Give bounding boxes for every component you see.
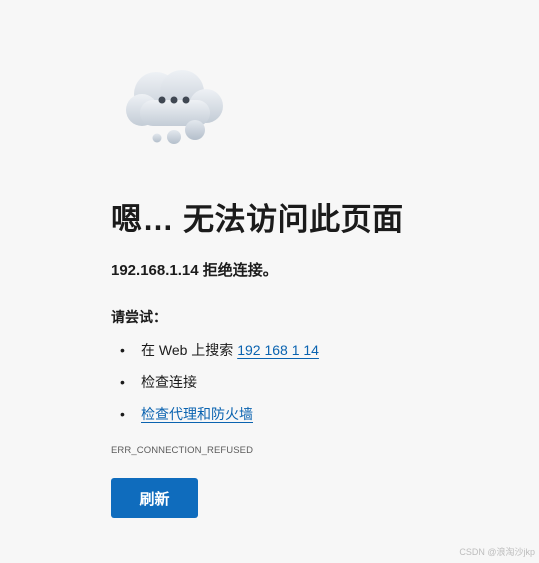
suggestion-text: 在 Web 上搜索 192 168 1 14 xyxy=(141,338,319,362)
bullet: • xyxy=(120,342,125,358)
search-prefix: 在 Web 上搜索 xyxy=(141,342,238,358)
watermark: CSDN @浪淘沙jkp xyxy=(459,547,535,557)
loading-dots xyxy=(158,96,190,104)
bullet: • xyxy=(120,406,125,422)
check-connection-text: 检查连接 xyxy=(141,374,197,390)
bullet: • xyxy=(120,374,125,390)
cloud-dots-icon xyxy=(126,70,223,144)
suggestion-search-web: • 在 Web 上搜索 192 168 1 14 xyxy=(111,338,471,370)
refresh-button[interactable]: 刷新 xyxy=(111,478,198,518)
try-heading: 请尝试： xyxy=(111,309,167,325)
page-title: 嗯… 无法访问此页面 xyxy=(111,202,404,237)
suggestion-list: • 在 Web 上搜索 192 168 1 14 • 检查连接 • 检查代理和防… xyxy=(111,338,471,434)
suggestion-check-proxy: • 检查代理和防火墙 xyxy=(111,402,471,434)
error-description: 192.168.1.14 拒绝连接。 xyxy=(111,262,278,279)
search-web-link[interactable]: 192 168 1 14 xyxy=(237,342,319,358)
check-proxy-firewall-link[interactable]: 检查代理和防火墙 xyxy=(141,406,253,422)
error-page: 嗯… 无法访问此页面 192.168.1.14 拒绝连接。 请尝试： • 在 W… xyxy=(0,0,539,563)
suggestion-text: 检查代理和防火墙 xyxy=(141,402,253,426)
suggestion-check-connection: • 检查连接 xyxy=(111,370,471,402)
error-code: ERR_CONNECTION_REFUSED xyxy=(111,445,254,456)
